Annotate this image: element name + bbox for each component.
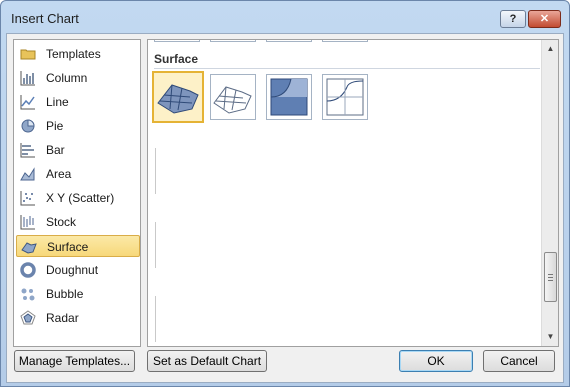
- help-button[interactable]: ?: [500, 10, 526, 28]
- chart-type-column[interactable]: Column: [16, 67, 140, 89]
- scatter-chart-icon: [20, 191, 35, 206]
- title-bar[interactable]: Insert Chart ? ✕: [1, 1, 569, 33]
- section-title-surface: Surface: [154, 52, 199, 66]
- pie-chart-icon: [21, 119, 35, 133]
- bar-chart-icon: [20, 143, 35, 158]
- column-chart-icon: [20, 71, 35, 86]
- chart-type-scatter[interactable]: X Y (Scatter): [16, 187, 140, 209]
- contour-icon: [270, 78, 308, 116]
- chart-type-bubble[interactable]: Bubble: [16, 283, 140, 305]
- chart-type-radar[interactable]: Radar: [16, 307, 140, 329]
- chart-type-line[interactable]: Line: [16, 91, 140, 113]
- chart-type-pie[interactable]: Pie: [16, 115, 140, 137]
- area-chart-icon: [20, 167, 35, 181]
- previous-section-thumbnail: [322, 40, 368, 42]
- scroll-down-arrow-icon[interactable]: ▼: [543, 329, 558, 345]
- chart-type-stock[interactable]: Stock: [16, 211, 140, 233]
- set-as-default-chart-button[interactable]: Set as Default Chart: [147, 350, 267, 372]
- chart-type-templates[interactable]: Templates: [16, 43, 140, 65]
- chart-type-doughnut[interactable]: Doughnut: [16, 259, 140, 281]
- 3d-surface-icon: [157, 84, 199, 114]
- line-chart-icon: [20, 95, 35, 110]
- surface-chart-icon: [21, 242, 37, 254]
- section-divider: [154, 68, 540, 69]
- chart-type-area[interactable]: Area: [16, 163, 140, 185]
- section-placeholder: [155, 296, 159, 342]
- previous-section-thumbnail: [210, 40, 256, 42]
- scrollbar-thumb[interactable]: [544, 252, 557, 302]
- manage-templates-button[interactable]: Manage Templates...: [14, 350, 135, 372]
- section-placeholder: [155, 148, 159, 194]
- section-placeholder: [155, 222, 159, 268]
- chart-type-bar[interactable]: Bar: [16, 139, 140, 161]
- doughnut-chart-icon: [20, 262, 36, 278]
- thumb-wireframe-contour[interactable]: [322, 74, 368, 120]
- wireframe-3d-surface-icon: [213, 86, 252, 114]
- insert-chart-dialog: Insert Chart ? ✕ Templates Column Line P…: [0, 0, 570, 387]
- thumb-wireframe-3d-surface[interactable]: [210, 74, 256, 120]
- previous-section-thumbnail: [154, 40, 200, 42]
- ok-button[interactable]: OK: [399, 350, 473, 372]
- chart-type-list: Templates Column Line Pie Bar Area X Y (…: [13, 39, 141, 347]
- templates-folder-icon: [20, 49, 36, 60]
- wireframe-contour-icon: [326, 78, 364, 116]
- bubble-chart-icon: [21, 288, 35, 301]
- thumb-contour[interactable]: [266, 74, 312, 120]
- cancel-button[interactable]: Cancel: [483, 350, 555, 372]
- previous-section-thumbnail: [266, 40, 312, 42]
- gallery-scrollbar[interactable]: ▲ ▼: [541, 40, 558, 346]
- chart-subtype-gallery: Surface ▲ ▼: [147, 39, 559, 347]
- thumb-3d-surface[interactable]: [152, 71, 204, 123]
- stock-chart-icon: [20, 215, 35, 230]
- scroll-up-arrow-icon[interactable]: ▲: [543, 41, 558, 57]
- radar-chart-icon: [20, 310, 36, 325]
- dialog-body: Templates Column Line Pie Bar Area X Y (…: [6, 33, 564, 383]
- close-button[interactable]: ✕: [528, 10, 561, 28]
- chart-type-surface[interactable]: Surface: [16, 235, 140, 257]
- dialog-title: Insert Chart: [11, 11, 79, 26]
